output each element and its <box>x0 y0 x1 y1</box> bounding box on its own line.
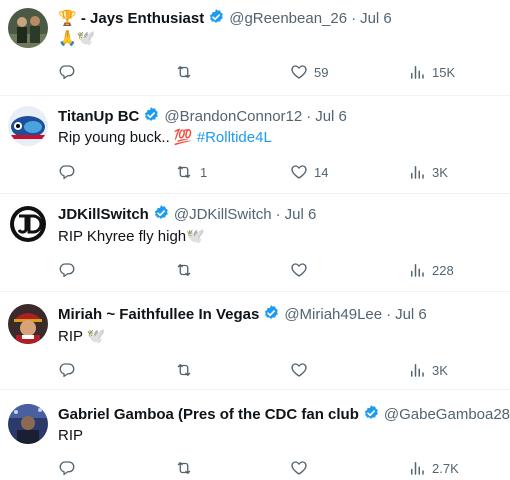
like-count: 59 <box>314 64 329 80</box>
reply-icon <box>59 165 75 180</box>
like-button[interactable] <box>290 260 314 280</box>
tweet[interactable]: TitanUp BC @BrandonConnor12 · Jul 6 Rip you… <box>0 96 510 194</box>
views-icon <box>411 364 424 377</box>
display-name[interactable]: JDKillSwitch <box>58 206 149 223</box>
view-count: 228 <box>432 262 454 278</box>
tweet-text-content: 🙏🕊️ <box>58 30 96 47</box>
like-button[interactable]: 59 <box>290 62 328 82</box>
retweet-button[interactable] <box>174 360 200 380</box>
retweet-icon <box>177 364 191 376</box>
views-button[interactable]: 3K <box>408 162 448 182</box>
like-icon <box>291 461 307 475</box>
views-button[interactable]: 3K <box>408 360 448 380</box>
tweet-text: 🙏🕊️ <box>58 29 510 49</box>
view-count: 15K <box>432 64 456 80</box>
retweet-icon <box>177 462 191 474</box>
verified-badge-icon <box>152 204 170 224</box>
avatar[interactable] <box>8 304 48 344</box>
tweet-text: Rip young buck.. 💯 #Rolltide4L <box>58 128 510 148</box>
display-name[interactable]: Gabriel Gamboa (Pres of the CDC fan club <box>58 406 359 423</box>
tweet-text: RIP 🕊️ <box>58 327 510 347</box>
like-count: 14 <box>314 164 329 180</box>
handle[interactable]: @JDKillSwitch <box>174 206 272 223</box>
tweet-text-content: RIP Khyree fly high🕊️ <box>58 228 205 245</box>
retweet-icon <box>177 264 191 276</box>
avatar[interactable] <box>8 204 48 244</box>
views-icon <box>411 66 424 79</box>
action-bar: 1 14 3K <box>58 162 498 182</box>
retweet-button[interactable] <box>174 260 200 280</box>
verified-badge-icon <box>142 106 160 126</box>
action-bar: 228 <box>58 260 498 280</box>
like-icon <box>291 65 307 79</box>
views-icon <box>411 166 424 179</box>
handle[interactable]: @Miriah49Lee <box>284 306 382 323</box>
reply-button[interactable] <box>58 162 82 182</box>
retweet-icon <box>177 166 191 178</box>
action-bar: 2.7K <box>58 458 498 478</box>
verified-badge-icon <box>362 404 380 424</box>
action-bar: 59 15K <box>58 62 498 82</box>
separator-dot: · <box>386 306 392 323</box>
tweet[interactable]: Miriah ~ Faithfullee In Vegas @Miriah49Le… <box>0 292 510 390</box>
avatar[interactable] <box>8 106 48 146</box>
tweet-feed: 🏆 - Jays Enthusiast @gReenbean_26 · Jul 6 🙏… <box>0 0 510 480</box>
display-name[interactable]: Miriah ~ Faithfullee In Vegas <box>58 306 259 323</box>
separator-dot: · <box>275 206 281 223</box>
timestamp[interactable]: Jul 6 <box>315 108 347 125</box>
retweet-button[interactable] <box>174 62 200 82</box>
like-button[interactable] <box>290 360 314 380</box>
action-bar: 3K <box>58 360 498 380</box>
view-count: 3K <box>432 362 448 378</box>
tweet[interactable]: 🏆 - Jays Enthusiast @gReenbean_26 · Jul 6 🙏… <box>0 0 510 96</box>
retweet-count: 1 <box>200 164 208 180</box>
like-button[interactable]: 14 <box>290 162 328 182</box>
retweet-button[interactable] <box>174 458 200 478</box>
timestamp[interactable]: Jul 6 <box>360 10 392 27</box>
views-button[interactable]: 2.7K <box>408 458 459 478</box>
tweet-text-content: RIP <box>58 427 84 444</box>
verified-badge-icon <box>262 304 280 324</box>
view-count: 3K <box>432 164 448 180</box>
views-icon <box>411 462 424 475</box>
retweet-button[interactable]: 1 <box>174 162 207 182</box>
tweet-text-content: RIP 🕊️ <box>58 328 106 345</box>
reply-button[interactable] <box>58 62 82 82</box>
display-name[interactable]: TitanUp BC <box>58 108 139 125</box>
reply-button[interactable] <box>58 360 82 380</box>
tweet-text: RIP Khyree fly high🕊️ <box>58 227 510 247</box>
separator-dot: · <box>351 10 357 27</box>
timestamp[interactable]: Jul 6 <box>395 306 427 323</box>
hashtag-link[interactable]: #Rolltide4L <box>197 129 272 146</box>
retweet-icon <box>177 66 191 78</box>
avatar[interactable] <box>8 8 48 48</box>
like-icon <box>291 165 307 179</box>
tweet[interactable]: Gabriel Gamboa (Pres of the CDC fan club… <box>0 390 510 480</box>
reply-icon <box>59 461 75 476</box>
verified-badge-icon <box>207 8 225 28</box>
like-icon <box>291 263 307 277</box>
reply-icon <box>59 363 75 378</box>
handle[interactable]: @GabeGamboa28 <box>384 406 510 423</box>
views-button[interactable]: 15K <box>408 62 455 82</box>
reply-icon <box>59 65 75 80</box>
display-name[interactable]: 🏆 - Jays Enthusiast <box>58 10 204 27</box>
reply-button[interactable] <box>58 458 82 478</box>
handle[interactable]: @BrandonConnor12 <box>164 108 302 125</box>
avatar[interactable] <box>8 404 48 444</box>
reply-button[interactable] <box>58 260 82 280</box>
views-icon <box>411 264 424 277</box>
views-button[interactable]: 228 <box>408 260 454 280</box>
like-icon <box>291 363 307 377</box>
tweet[interactable]: JDKillSwitch @JDKillSwitch · Jul 6 RIP Khyr… <box>0 194 510 292</box>
view-count: 2.7K <box>432 460 459 476</box>
tweet-text-content: Rip young buck.. 💯 <box>58 129 197 146</box>
handle[interactable]: @gReenbean_26 <box>229 10 347 27</box>
like-button[interactable] <box>290 458 314 478</box>
separator-dot: · <box>306 108 312 125</box>
tweet-text: RIP <box>58 426 510 446</box>
timestamp[interactable]: Jul 6 <box>285 206 317 223</box>
reply-icon <box>59 263 75 278</box>
